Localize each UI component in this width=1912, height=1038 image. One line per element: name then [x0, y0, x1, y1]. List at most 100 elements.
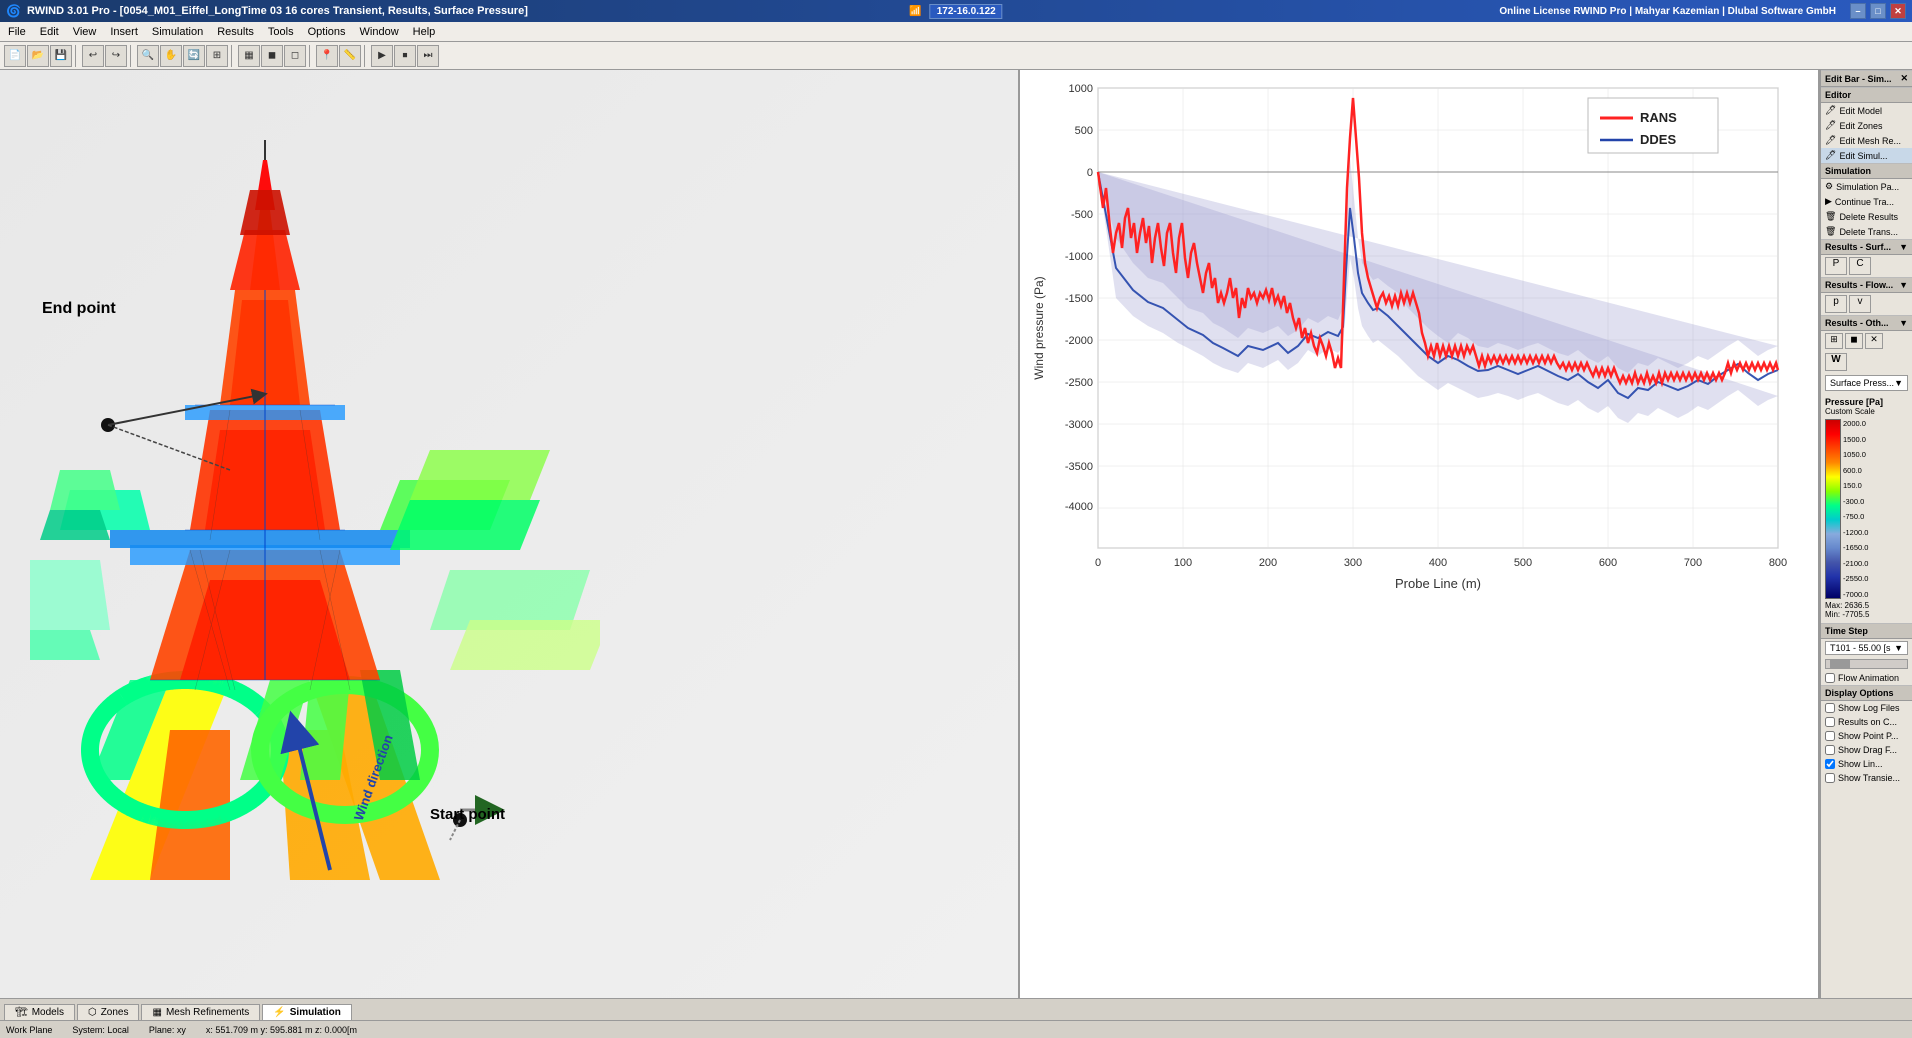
show-transie-item[interactable]: Show Transie... [1821, 771, 1912, 785]
maximize-button[interactable]: □ [1870, 3, 1886, 19]
close-button[interactable]: ✕ [1890, 3, 1906, 19]
time-step-section: Time Step [1821, 623, 1912, 639]
svg-text:-1500: -1500 [1065, 293, 1093, 305]
sim-params-item[interactable]: ⚙ Simulation Pa... [1821, 179, 1912, 194]
menu-file[interactable]: File [2, 25, 32, 39]
svg-text:RANS: RANS [1640, 110, 1677, 125]
sep4 [309, 45, 313, 67]
mesh-btn[interactable]: ▦ [238, 45, 260, 67]
menu-bar: File Edit View Insert Simulation Results… [0, 22, 1912, 42]
network-icon: 📶 [909, 6, 921, 17]
svg-text:-3000: -3000 [1065, 419, 1093, 431]
menu-help[interactable]: Help [407, 25, 442, 39]
show-lin-checkbox[interactable] [1825, 759, 1835, 769]
show-drag-f-checkbox[interactable] [1825, 745, 1835, 755]
svg-text:-3500: -3500 [1065, 461, 1093, 473]
zones-tab-icon: ⬡ [88, 1007, 97, 1018]
svg-text:800: 800 [1769, 557, 1787, 569]
svg-text:500: 500 [1514, 557, 1532, 569]
action2-btn[interactable]: ◼ [1845, 333, 1863, 349]
network-address: 172-16.0.122 [930, 4, 1003, 19]
delete-results-item[interactable]: 🗑 Delete Results [1821, 209, 1912, 224]
edit-simul-item[interactable]: 🖊 Edit Simul... [1821, 148, 1912, 163]
action1-btn[interactable]: ⊞ [1825, 333, 1843, 349]
probe-btn[interactable]: 📍 [316, 45, 338, 67]
show-drag-f-item[interactable]: Show Drag F... [1821, 743, 1912, 757]
zones-icon: 🖊 [1825, 120, 1836, 131]
menu-simulation[interactable]: Simulation [146, 25, 209, 39]
menu-view[interactable]: View [67, 25, 103, 39]
p-btn[interactable]: p [1825, 295, 1847, 313]
action3-btn[interactable]: ✕ [1865, 333, 1883, 349]
w-btn[interactable]: W [1825, 353, 1847, 371]
view-panel-3d[interactable]: Wind direction End point Start point [0, 70, 1020, 998]
delete-transient-item[interactable]: 🗑 Delete Trans... [1821, 224, 1912, 239]
svg-text:DDES: DDES [1640, 132, 1676, 147]
show-point-p-checkbox[interactable] [1825, 731, 1835, 741]
editor-section: Editor [1821, 87, 1912, 103]
time-scrollbar[interactable] [1825, 659, 1908, 669]
color-scale: Pressure [Pa] Custom Scale 2000.0 1500.0… [1821, 393, 1912, 623]
edit-zones-item[interactable]: 🖊 Edit Zones [1821, 118, 1912, 133]
svg-text:0: 0 [1095, 557, 1101, 569]
open-btn[interactable]: 📂 [27, 45, 49, 67]
fit-btn[interactable]: ⊞ [206, 45, 228, 67]
results-on-c-item[interactable]: Results on C... [1821, 715, 1912, 729]
sep5 [364, 45, 368, 67]
edit-model-item[interactable]: 🖊 Edit Model [1821, 103, 1912, 118]
results-other-section[interactable]: Results - Oth... ▼ [1821, 315, 1912, 331]
svg-text:500: 500 [1075, 125, 1093, 137]
measure-btn[interactable]: 📏 [339, 45, 361, 67]
wire-btn[interactable]: ◻ [284, 45, 306, 67]
scrollbar-thumb[interactable] [1830, 660, 1850, 668]
show-lin-item[interactable]: Show Lin... [1821, 757, 1912, 771]
tab-zones[interactable]: ⬡ Zones [77, 1004, 140, 1020]
coordinates-label: x: 551.709 m y: 595.881 m z: 0.000[m [206, 1025, 357, 1035]
simulation-section: Simulation [1821, 163, 1912, 179]
dropdown-arrow: ▼ [1894, 378, 1903, 388]
redo-btn[interactable]: ↪ [105, 45, 127, 67]
surface-pressure-dropdown[interactable]: Surface Press... ▼ [1825, 375, 1908, 391]
zoom-btn[interactable]: 🔍 [137, 45, 159, 67]
surface-btn[interactable]: ◼ [261, 45, 283, 67]
continue-transient-item[interactable]: ▶ Continue Tra... [1821, 194, 1912, 209]
play-btn[interactable]: ▶ [371, 45, 393, 67]
svg-text:-2500: -2500 [1065, 377, 1093, 389]
svg-text:-4000: -4000 [1065, 501, 1093, 513]
new-btn[interactable]: 📄 [4, 45, 26, 67]
undo-btn[interactable]: ↩ [82, 45, 104, 67]
sep2 [130, 45, 134, 67]
show-log-files-checkbox[interactable] [1825, 703, 1835, 713]
show-point-p-item[interactable]: Show Point P... [1821, 729, 1912, 743]
stop-btn[interactable]: ⏹ [394, 45, 416, 67]
pressure-chart: 1000 500 0 -500 -1000 -1500 -2000 -2500 … [1028, 78, 1808, 990]
menu-window[interactable]: Window [354, 25, 405, 39]
menu-options[interactable]: Options [302, 25, 352, 39]
flow-animation-item[interactable]: Flow Animation [1821, 671, 1912, 685]
tab-mesh-refinements[interactable]: ▦ Mesh Refinements [141, 1004, 260, 1020]
minimize-button[interactable]: – [1850, 3, 1866, 19]
menu-edit[interactable]: Edit [34, 25, 65, 39]
tab-simulation[interactable]: ⚡ Simulation [262, 1004, 352, 1020]
menu-insert[interactable]: Insert [104, 25, 144, 39]
delete-trans-icon: 🗑 [1825, 226, 1836, 237]
coefficient-btn[interactable]: C [1849, 257, 1871, 275]
work-plane-label: Work Plane [6, 1025, 52, 1035]
continue-icon: ▶ [1825, 196, 1832, 207]
show-transie-checkbox[interactable] [1825, 773, 1835, 783]
menu-results[interactable]: Results [211, 25, 260, 39]
save-btn[interactable]: 💾 [50, 45, 72, 67]
tab-models[interactable]: 🏗 Models [4, 1004, 75, 1020]
v-btn[interactable]: v [1849, 295, 1871, 313]
flow-animation-checkbox[interactable] [1825, 673, 1835, 683]
step-btn[interactable]: ⏭ [417, 45, 439, 67]
menu-tools[interactable]: Tools [262, 25, 300, 39]
pan-btn[interactable]: ✋ [160, 45, 182, 67]
show-log-files-item[interactable]: Show Log Files [1821, 701, 1912, 715]
title-bar: 🌀 RWIND 3.01 Pro - [0054_M01_Eiffel_Long… [0, 0, 1912, 22]
timestep-value[interactable]: T101 - 55.00 [s ▼ [1825, 641, 1908, 655]
rotate-btn[interactable]: 🔄 [183, 45, 205, 67]
edit-mesh-item[interactable]: 🖊 Edit Mesh Re... [1821, 133, 1912, 148]
results-on-c-checkbox[interactable] [1825, 717, 1835, 727]
pressure-btn[interactable]: P [1825, 257, 1847, 275]
